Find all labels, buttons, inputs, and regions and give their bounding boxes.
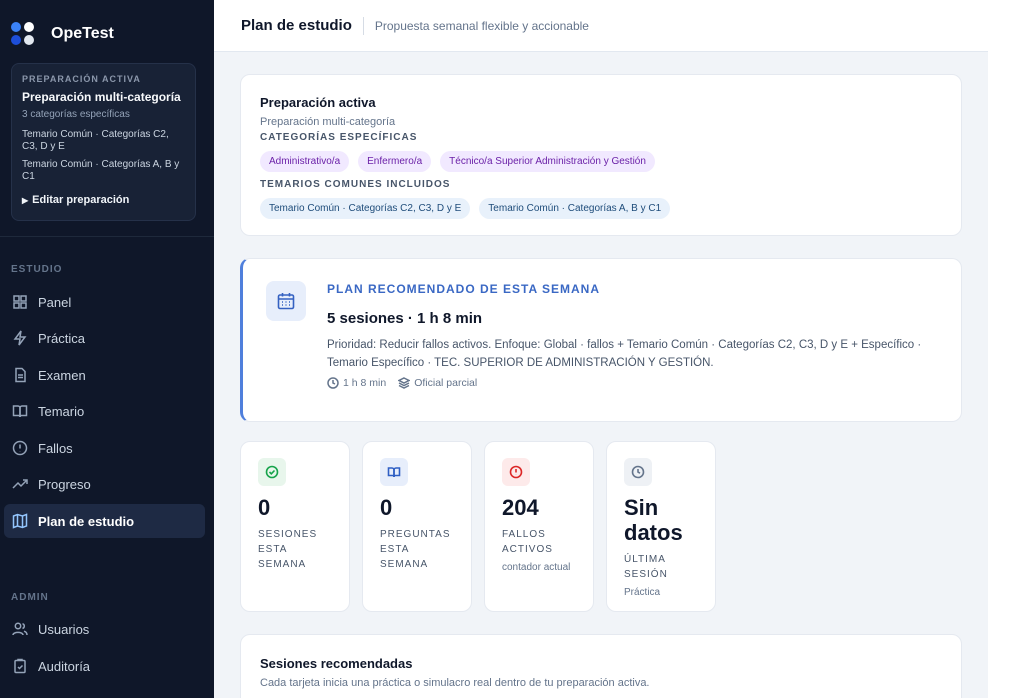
sidebar-item-practica[interactable]: Práctica	[4, 321, 205, 355]
admin-section-label: ADMIN	[11, 592, 49, 603]
sidebar-divider	[0, 236, 214, 237]
sidebar-item-label: Progreso	[38, 476, 91, 492]
sidebar-item-label: Temario	[38, 403, 85, 419]
alert-circle-icon	[12, 440, 28, 456]
syllabus-chip: Temario Común · Categorías A, B y C1	[479, 198, 671, 219]
plan-body: PLAN RECOMENDADO DE ESTA SEMANA 5 sesion…	[327, 282, 927, 389]
plan-duration: 1 h 8 min	[327, 377, 386, 389]
active-preparation-title: Preparación activa	[260, 95, 376, 110]
clipboard-icon	[14, 658, 26, 674]
sidebar-item-progreso[interactable]: Progreso	[4, 467, 205, 501]
page-title: Plan de estudio	[241, 17, 352, 34]
stat-label: ÚLTIMA SESIÓN	[624, 554, 668, 580]
stat-value: 0	[380, 495, 393, 520]
plan-duration-text: 1 h 8 min	[343, 377, 387, 389]
category-chip: Administrativo/a	[260, 151, 350, 172]
users-icon	[12, 622, 28, 636]
book-open-icon	[12, 405, 28, 418]
stat-value: 0	[258, 495, 271, 520]
grid-icon	[13, 295, 27, 309]
document-icon	[15, 367, 26, 383]
stat-note: Práctica	[624, 587, 661, 598]
bolt-icon	[13, 330, 27, 346]
sidebar-item-label: Fallos	[38, 440, 73, 456]
sidebar-item-label: Práctica	[38, 330, 85, 346]
plan-mode: Oficial parcial	[398, 377, 477, 389]
category-chip: Técnico/a Superior Administración y Gest…	[440, 151, 655, 172]
sidebar-item-panel[interactable]: Panel	[4, 285, 205, 319]
sidebar-item-auditoria[interactable]: Auditoría	[4, 649, 205, 683]
sidebar-item-usuarios[interactable]: Usuarios	[4, 612, 205, 646]
clock-icon	[624, 458, 652, 486]
prep-kicker: PREPARACIÓN ACTIVA	[22, 74, 141, 84]
map-icon	[12, 513, 28, 529]
stat-card-last-session: Sin datos ÚLTIMA SESIÓN Práctica	[606, 441, 716, 612]
sidebar-item-label: Panel	[38, 294, 72, 310]
common-syllabus-chips: Temario Común · Categorías C2, C3, D y E…	[260, 198, 942, 219]
stat-value: 204	[502, 495, 539, 520]
top-bar: Plan de estudio Propuesta semanal flexib…	[214, 0, 988, 52]
stat-card-questions: 0 PREGUNTAS ESTA SEMANA	[362, 441, 472, 612]
active-preparation-card: PREPARACIÓN ACTIVA Preparación multi-cat…	[11, 63, 196, 221]
sidebar-item-label: Auditoría	[38, 658, 91, 674]
clock-icon	[327, 377, 339, 389]
plan-kicker: PLAN RECOMENDADO DE ESTA SEMANA	[327, 282, 601, 296]
prep-title: Preparación multi-categoría	[22, 90, 181, 104]
sidebar-item-plan-de-estudio[interactable]: Plan de estudio	[4, 504, 205, 538]
main-content: Plan de estudio Propuesta semanal flexib…	[214, 0, 988, 698]
category-chip: Enfermero/a	[358, 151, 432, 172]
check-circle-icon	[258, 458, 286, 486]
trending-up-icon	[12, 479, 28, 489]
plan-title: 5 sesiones · 1 h 8 min	[327, 310, 483, 327]
active-preparation-panel: Preparación activa Preparación multi-cat…	[240, 74, 962, 236]
layers-icon	[398, 377, 411, 389]
sidebar-item-examen[interactable]: Examen	[4, 358, 205, 392]
weekly-plan-card: PLAN RECOMENDADO DE ESTA SEMANA 5 sesion…	[240, 258, 962, 422]
recommended-sessions-title: Sesiones recomendadas	[260, 656, 413, 671]
stat-label: FALLOS ACTIVOS	[502, 529, 553, 555]
edit-preparation-label: Editar preparación	[32, 194, 130, 206]
brand-name: OpeTest	[51, 25, 114, 42]
study-section-label: ESTUDIO	[11, 264, 63, 275]
stat-card-sessions: 0 SESIONES ESTA SEMANA	[240, 441, 350, 612]
sidebar: OpeTest PREPARACIÓN ACTIVA Preparación m…	[0, 0, 214, 698]
sidebar-item-label: Examen	[38, 367, 86, 383]
recommended-sessions-card: Sesiones recomendadas Cada tarjeta inici…	[240, 634, 962, 698]
logo-icon	[11, 22, 35, 46]
plan-description: Prioridad: Reducir fallos activos. Enfoq…	[327, 339, 922, 369]
sidebar-item-fallos[interactable]: Fallos	[4, 431, 205, 465]
stat-label: SESIONES ESTA SEMANA	[258, 529, 318, 570]
sidebar-item-label: Usuarios	[38, 621, 90, 637]
specific-categories-chips: Administrativo/a Enfermero/a Técnico/a S…	[260, 151, 942, 172]
stat-note: contador actual	[502, 562, 571, 573]
sidebar-item-temario[interactable]: Temario	[4, 394, 205, 428]
calendar-icon	[266, 281, 306, 321]
specific-categories-label: CATEGORÍAS ESPECÍFICAS	[260, 132, 418, 143]
brand[interactable]: OpeTest	[11, 22, 114, 46]
common-syllabus-label: TEMARIOS COMUNES INCLUIDOS	[260, 179, 451, 190]
edit-preparation-button[interactable]: ▶ Editar preparación	[22, 194, 185, 206]
triangle-right-icon: ▶	[22, 195, 29, 205]
book-open-icon	[380, 458, 408, 486]
syllabus-chip: Temario Común · Categorías C2, C3, D y E	[260, 198, 471, 219]
alert-circle-icon	[502, 458, 530, 486]
page-subtitle: Propuesta semanal flexible y accionable	[374, 18, 589, 33]
sidebar-item-label: Plan de estudio	[38, 513, 135, 529]
recommended-sessions-subtitle: Cada tarjeta inicia una práctica o simul…	[260, 677, 650, 689]
active-preparation-subtitle: Preparación multi-categoría	[260, 116, 396, 128]
prep-item: Temario Común · Categorías A, B y C1	[22, 159, 180, 182]
stat-label: PREGUNTAS ESTA SEMANA	[380, 529, 451, 570]
plan-meta: 1 h 8 min Oficial parcial	[327, 377, 927, 389]
prep-item: Temario Común · Categorías C2, C3, D y E	[22, 129, 169, 152]
plan-mode-text: Oficial parcial	[414, 377, 478, 389]
stat-card-active-errors: 204 FALLOS ACTIVOS contador actual	[484, 441, 594, 612]
title-separator	[362, 16, 364, 35]
prep-subtitle: 3 categorías específicas	[22, 109, 130, 120]
stat-value: Sin datos	[624, 495, 683, 545]
